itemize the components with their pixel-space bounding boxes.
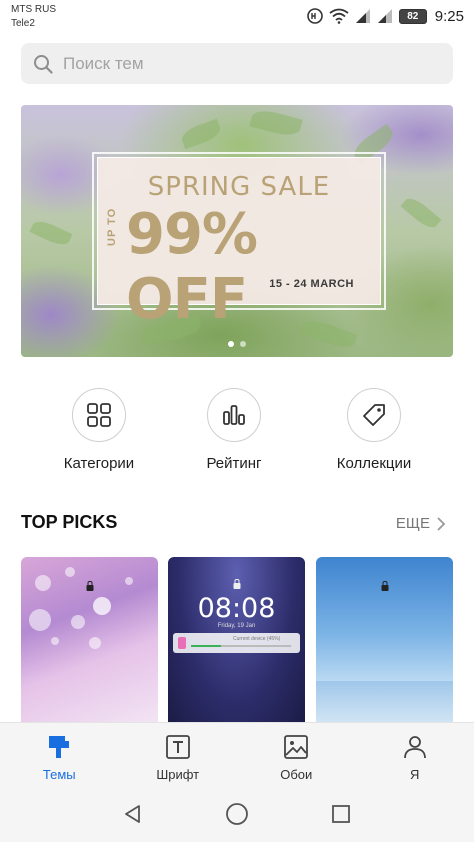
shortcut-collections[interactable]: Коллекции [314,388,434,472]
thumbnail-clock: 08:08 [197,593,276,624]
recents-button[interactable] [326,799,356,829]
carrier-name-1: MTS RUS [11,4,56,15]
nav-label: Темы [42,767,76,782]
brush-icon [49,736,70,758]
shortcut-rating[interactable]: Рейтинг [174,388,294,472]
theme-thumbnail[interactable] [316,557,453,727]
theme-thumbnail[interactable]: 08:08 Friday, 19 Jan Current device (45%… [168,557,305,727]
thumbnail-notification: Current device (45%) [173,633,300,653]
pagination-dot [228,341,234,347]
tag-icon [363,404,385,426]
wifi-icon [329,8,349,24]
shortcut-label: Рейтинг [206,455,262,472]
status-bar: MTS RUS Tele2 82 9:25 [0,0,474,34]
more-label: ЕЩЕ [395,515,430,532]
search-bar[interactable] [21,43,453,84]
recents-square-icon [332,805,350,823]
promo-dates: 15 - 24 MARCH [269,278,354,290]
nav-themes[interactable]: Темы [0,723,119,786]
search-icon [34,54,53,74]
chevron-right-icon [437,516,446,531]
section-title: TOP PICKS [21,512,118,532]
font-icon [165,735,190,759]
back-button[interactable] [118,799,148,829]
shortcut-label: Категории [63,455,135,472]
bottom-navigation: Темы Шрифт Обои Я [0,722,474,786]
lock-icon [86,581,93,591]
bar-chart-icon [223,405,245,425]
nav-label: Обои [280,767,313,782]
hd-call-icon [306,8,323,24]
status-clock: 9:25 [434,7,464,25]
more-link[interactable]: ЕЩЕ [396,515,446,532]
lock-icon [233,579,240,589]
lock-icon [381,581,388,591]
banner-pagination [228,341,246,347]
promo-title: SPRING SALE [147,172,331,202]
theme-thumbnail[interactable] [21,557,158,727]
carrier-name-2: Tele2 [11,18,35,29]
shortcut-categories[interactable]: Категории [39,388,159,472]
battery-indicator: 82 [398,8,427,24]
signal-icon-2 [377,9,392,23]
status-icons: 82 9:25 [306,6,464,26]
nav-label: Я [410,767,420,782]
nav-me[interactable]: Я [356,723,474,786]
nav-font[interactable]: Шрифт [119,723,238,786]
category-shortcuts: Категории Рейтинг Коллекции [0,388,474,478]
shortcut-label: Коллекции [336,455,412,472]
thumbnail-date: Friday, 19 Jan [217,623,256,629]
home-button[interactable] [222,799,252,829]
search-input[interactable] [63,53,423,74]
grid-icon [87,403,111,427]
system-navigation-bar [0,786,474,842]
nav-wallpapers[interactable]: Обои [237,723,356,786]
wallpaper-icon [284,735,309,759]
promo-up-to: UP TO [106,207,118,246]
pagination-dot [240,341,246,347]
person-icon [403,736,426,759]
home-circle-icon [226,803,248,825]
promo-discount: 99% OFF [126,202,258,332]
thumbnail-notice-text: Current device (45%) [233,636,281,642]
promo-banner[interactable]: SPRING SALE UP TO 99% OFF 15 - 24 MARCH [21,105,453,357]
back-triangle-icon [125,805,140,823]
promo-card: SPRING SALE UP TO 99% OFF 15 - 24 MARCH [92,152,386,332]
nav-label: Шрифт [156,767,200,782]
signal-icon-1 [355,9,370,23]
